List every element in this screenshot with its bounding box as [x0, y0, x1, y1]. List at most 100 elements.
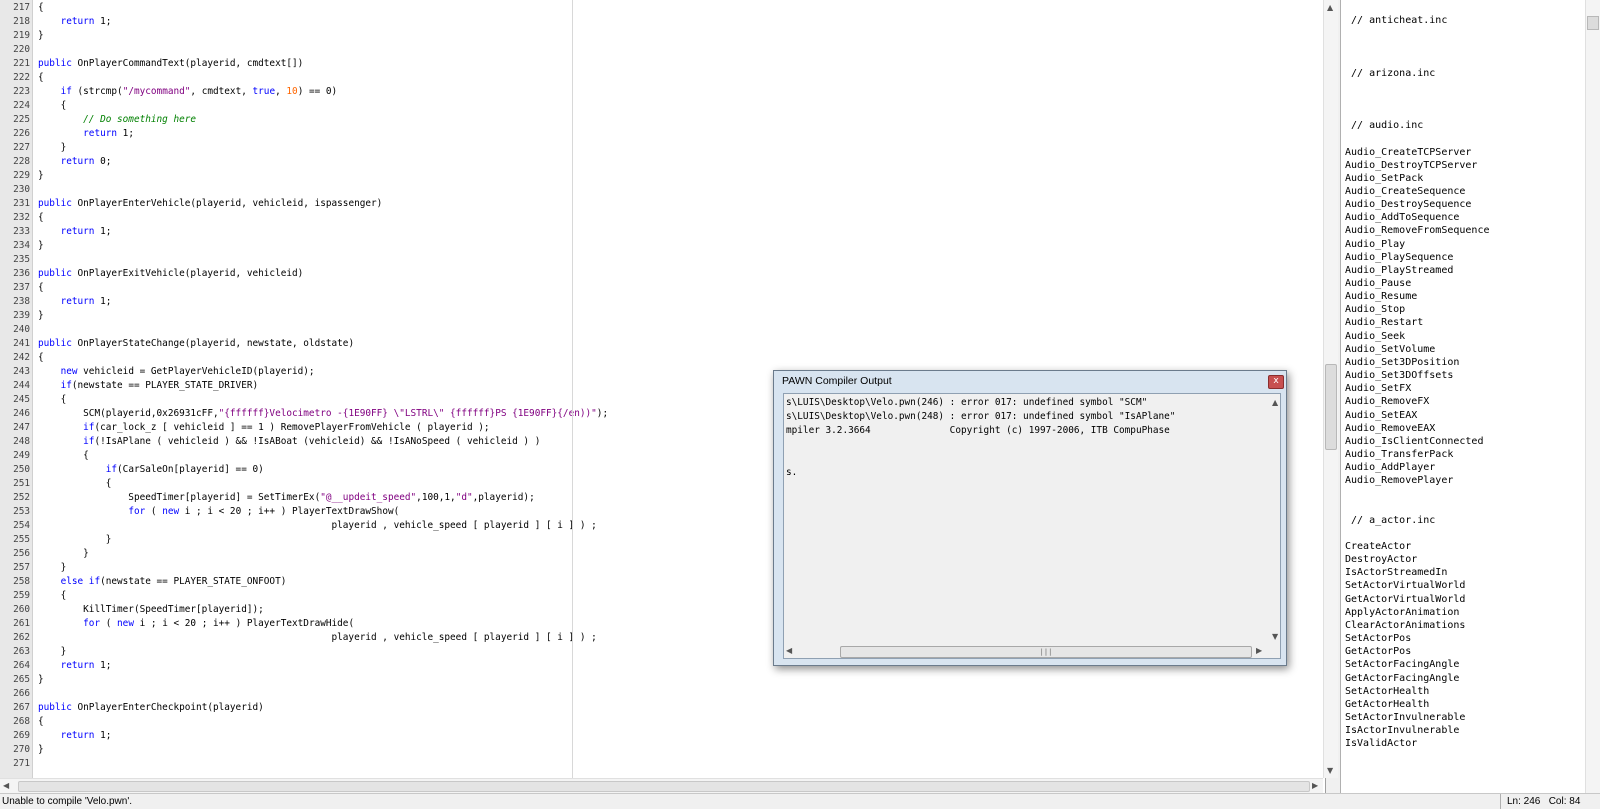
function-item[interactable]: Audio_RemoveEAX — [1345, 422, 1435, 435]
code-line[interactable]: // Do something here — [38, 113, 196, 127]
function-item[interactable]: Audio_PlaySequence — [1345, 251, 1453, 264]
code-line[interactable]: for ( new i ; i < 20 ; i++ ) PlayerTextD… — [38, 505, 399, 519]
code-line[interactable]: public OnPlayerEnterCheckpoint(playerid) — [38, 701, 264, 715]
code-line[interactable]: } — [38, 239, 44, 253]
function-item[interactable]: Audio_Stop — [1345, 303, 1405, 316]
code-line[interactable]: else if(newstate == PLAYER_STATE_ONFOOT) — [38, 575, 287, 589]
code-line[interactable]: if(newstate == PLAYER_STATE_DRIVER) — [38, 379, 259, 393]
include-header[interactable]: // a_actor.inc — [1345, 514, 1435, 527]
function-item[interactable]: ApplyActorAnimation — [1345, 606, 1459, 619]
code-line[interactable]: return 1; — [38, 225, 112, 239]
code-line[interactable]: if (strcmp("/mycommand", cmdtext, true, … — [38, 85, 338, 99]
function-item[interactable]: Audio_SetEAX — [1345, 409, 1417, 422]
compiler-output-text[interactable]: s\LUIS\Desktop\Velo.pwn(246) : error 017… — [783, 393, 1281, 659]
function-item[interactable]: Audio_Pause — [1345, 277, 1411, 290]
function-item[interactable]: GetActorFacingAngle — [1345, 672, 1459, 685]
code-line[interactable]: { — [38, 351, 44, 365]
code-line[interactable]: { — [38, 281, 44, 295]
function-item[interactable]: Audio_Set3DOffsets — [1345, 369, 1453, 382]
function-item[interactable]: Audio_RemoveFromSequence — [1345, 224, 1490, 237]
function-item[interactable]: Audio_SetFX — [1345, 382, 1411, 395]
function-item[interactable]: IsValidActor — [1345, 737, 1417, 750]
function-item[interactable]: Audio_RemoveFX — [1345, 395, 1429, 408]
function-item[interactable]: IsActorStreamedIn — [1345, 566, 1447, 579]
function-item[interactable]: Audio_AddToSequence — [1345, 211, 1459, 224]
function-item[interactable]: Audio_AddPlayer — [1345, 461, 1435, 474]
function-item[interactable]: SetActorHealth — [1345, 685, 1429, 698]
scroll-left-arrow-icon[interactable]: ◀ — [3, 781, 9, 790]
function-item[interactable]: SetActorPos — [1345, 632, 1411, 645]
output-scroll-up-arrow-icon[interactable]: ▲ — [1272, 398, 1278, 407]
code-line[interactable]: { — [38, 211, 44, 225]
function-item[interactable]: IsActorInvulnerable — [1345, 724, 1459, 737]
code-line[interactable]: } — [38, 645, 67, 659]
code-line[interactable]: public OnPlayerEnterVehicle(playerid, ve… — [38, 197, 382, 211]
code-line[interactable]: return 1; — [38, 729, 112, 743]
include-header[interactable]: // audio.inc — [1345, 119, 1423, 132]
editor-horizontal-scroll-thumb[interactable] — [18, 781, 1310, 792]
code-line[interactable]: } — [38, 29, 44, 43]
function-item[interactable]: GetActorHealth — [1345, 698, 1429, 711]
code-line[interactable]: } — [38, 141, 67, 155]
output-scroll-right-arrow-icon[interactable]: ▶ — [1256, 646, 1262, 655]
code-line[interactable]: } — [38, 673, 44, 687]
code-line[interactable]: return 1; — [38, 659, 112, 673]
code-line[interactable]: if(CarSaleOn[playerid] == 0) — [38, 463, 264, 477]
code-line[interactable]: public OnPlayerExitVehicle(playerid, veh… — [38, 267, 303, 281]
code-line[interactable]: { — [38, 449, 89, 463]
code-line[interactable]: KillTimer(SpeedTimer[playerid]); — [38, 603, 264, 617]
code-line[interactable]: } — [38, 547, 89, 561]
function-item[interactable]: Audio_CreateTCPServer — [1345, 146, 1471, 159]
function-item[interactable]: GetActorPos — [1345, 645, 1411, 658]
code-line[interactable]: return 1; — [38, 15, 112, 29]
code-line[interactable]: public OnPlayerCommandText(playerid, cmd… — [38, 57, 303, 71]
function-item[interactable]: Audio_Restart — [1345, 316, 1423, 329]
code-line[interactable]: { — [38, 71, 44, 85]
function-item[interactable]: SetActorFacingAngle — [1345, 658, 1459, 671]
function-item[interactable]: GetActorVirtualWorld — [1345, 593, 1465, 606]
compiler-output-dialog[interactable]: PAWN Compiler Output x s\LUIS\Desktop\Ve… — [773, 370, 1287, 666]
code-line[interactable]: playerid , vehicle_speed [ playerid ] [ … — [38, 631, 596, 645]
scroll-down-arrow-icon[interactable]: ▼ — [1327, 766, 1333, 775]
code-line[interactable]: for ( new i ; i < 20 ; i++ ) PlayerTextD… — [38, 617, 354, 631]
code-line[interactable]: { — [38, 589, 67, 603]
code-line[interactable]: return 1; — [38, 295, 112, 309]
function-item[interactable]: Audio_Seek — [1345, 330, 1405, 343]
function-item[interactable]: ClearActorAnimations — [1345, 619, 1465, 632]
function-item[interactable]: Audio_SetVolume — [1345, 343, 1435, 356]
code-line[interactable]: } — [38, 169, 44, 183]
function-list-scroll-thumb[interactable] — [1587, 16, 1599, 30]
code-line[interactable]: { — [38, 1, 44, 15]
code-line[interactable]: SpeedTimer[playerid] = SetTimerEx("@__up… — [38, 491, 534, 505]
output-scroll-left-arrow-icon[interactable]: ◀ — [786, 646, 792, 655]
function-item[interactable]: Audio_DestroyTCPServer — [1345, 159, 1477, 172]
function-item[interactable]: Audio_SetPack — [1345, 172, 1423, 185]
function-list-scrollbar[interactable] — [1585, 0, 1600, 793]
output-scroll-down-arrow-icon[interactable]: ▼ — [1272, 632, 1278, 641]
scroll-right-arrow-icon[interactable]: ▶ — [1312, 781, 1318, 790]
function-item[interactable]: Audio_IsClientConnected — [1345, 435, 1483, 448]
code-line[interactable]: { — [38, 477, 112, 491]
code-line[interactable]: } — [38, 533, 112, 547]
function-item[interactable]: Audio_RemovePlayer — [1345, 474, 1453, 487]
function-item[interactable]: DestroyActor — [1345, 553, 1417, 566]
function-item[interactable]: Audio_PlayStreamed — [1345, 264, 1453, 277]
function-item[interactable]: Audio_Resume — [1345, 290, 1417, 303]
code-line[interactable]: } — [38, 561, 67, 575]
function-item[interactable]: CreateActor — [1345, 540, 1411, 553]
function-item[interactable]: Audio_DestroySequence — [1345, 198, 1471, 211]
code-line[interactable]: SCM(playerid,0x26931cFF,"{ffffff}Velocim… — [38, 407, 608, 421]
code-line[interactable]: { — [38, 393, 67, 407]
include-header[interactable]: // anticheat.inc — [1345, 14, 1447, 27]
function-item[interactable]: SetActorInvulnerable — [1345, 711, 1465, 724]
scroll-up-arrow-icon[interactable]: ▲ — [1327, 3, 1333, 12]
code-line[interactable]: new vehicleid = GetPlayerVehicleID(playe… — [38, 365, 315, 379]
code-line[interactable]: } — [38, 309, 44, 323]
code-line[interactable]: return 0; — [38, 155, 112, 169]
close-icon[interactable]: x — [1268, 375, 1284, 389]
function-item[interactable]: Audio_Set3DPosition — [1345, 356, 1459, 369]
code-line[interactable]: } — [38, 743, 44, 757]
code-line[interactable]: { — [38, 99, 67, 113]
function-item[interactable]: Audio_TransferPack — [1345, 448, 1453, 461]
editor-vertical-scroll-thumb[interactable] — [1325, 364, 1337, 450]
